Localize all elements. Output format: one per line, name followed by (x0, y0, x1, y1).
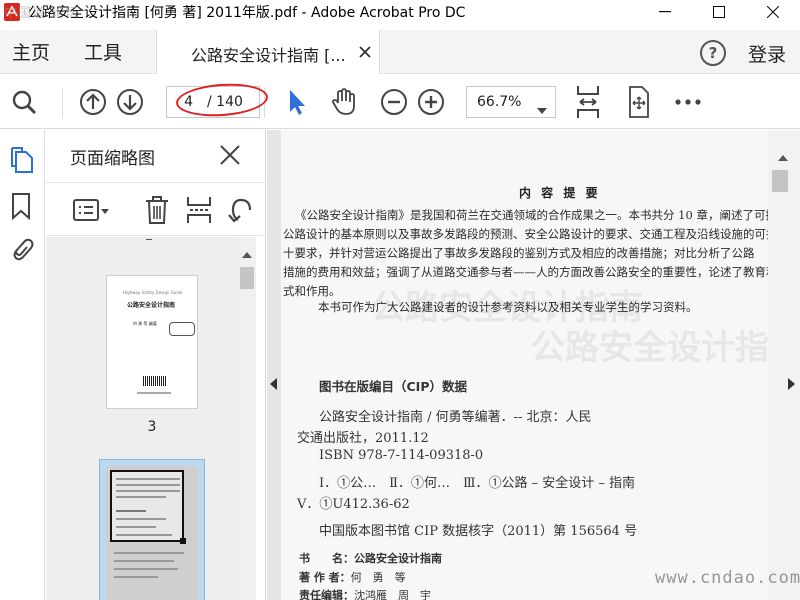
cip-line: Ⅰ．①公… Ⅱ．①何… Ⅲ．①公路 – 安全设计 – 指南 (319, 476, 636, 491)
document-page: 公路安全设计指南 公路安全设计指南 内 容 提 要 《公路安全设计指南》是我国和… (281, 130, 777, 600)
bookmarks-icon[interactable] (10, 192, 36, 221)
thumbnail-text (137, 392, 171, 394)
thumbnail-options-icon[interactable] (72, 197, 110, 227)
scroll-up-icon[interactable] (242, 243, 252, 262)
cip-line: Ⅴ．①U412.36-62 (297, 497, 410, 512)
book-info-author: 著 作 者：何 勇 等 (299, 571, 406, 584)
insert-page-icon[interactable] (186, 195, 212, 229)
login-button[interactable]: 登录 (748, 40, 786, 67)
zoom-value: 66.7% (477, 94, 522, 110)
previous-page-marker (146, 239, 152, 240)
visible-region-frame[interactable] (110, 470, 186, 544)
zoom-in-icon[interactable] (417, 88, 445, 116)
book-info-title: 书 名：公路安全设计指南 (299, 552, 442, 565)
chevron-down-icon (537, 99, 547, 118)
page-navigation: / 140 (166, 86, 260, 118)
book-info-editor: 责任编辑：沈鸿雁 周 宇 (299, 589, 431, 600)
page-number-label: 3 (147, 419, 157, 435)
acrobat-logo-icon (0, 0, 24, 24)
full-screen-icon[interactable] (624, 85, 652, 119)
close-tab-icon[interactable] (359, 43, 371, 62)
zoom-select[interactable]: 66.7% (466, 86, 556, 118)
paragraph-line: 公路设计的基本原则以及事故多发路段的预测、安全公路设计的要求、交通工程及沿线设施… (283, 227, 777, 241)
panel-title: 页面缩略图 (70, 149, 155, 169)
menu-bar: 主页 工具 公路安全设计指南 [... ? 登录 (0, 30, 800, 74)
tab-document-label: 公路安全设计指南 [... (191, 46, 346, 65)
thumbnail-barcode (143, 376, 167, 386)
thumbnail-text: 公路安全设计指南 (127, 302, 176, 309)
cip-line: 中国版本图书馆 CIP 数据核字（2011）第 156564 号 (319, 524, 638, 539)
paragraph-line: 《公路安全设计指南》是我国和荷兰在交通领域的合作成果之一。本书共分 10 章，阐… (295, 208, 777, 222)
document-view: 公路安全设计指南 公路安全设计指南 内 容 提 要 《公路安全设计指南》是我国和… (267, 130, 800, 600)
document-scrollbar[interactable] (768, 130, 800, 600)
page-thumbnails-icon[interactable] (10, 146, 36, 174)
help-button[interactable]: ? (700, 40, 726, 66)
thumbnails-panel: 页面缩略图 Highway Safety Design Guide 公路安全设计… (46, 130, 266, 600)
scrollbar-thumb[interactable] (240, 267, 254, 289)
search-icon[interactable] (10, 88, 38, 116)
thumbnail-text: 何 勇 等 编著 (133, 321, 157, 326)
more-options-icon[interactable] (674, 88, 702, 116)
rotate-page-icon[interactable] (228, 195, 256, 229)
close-window-button[interactable] (746, 0, 800, 24)
next-page-icon[interactable] (116, 88, 144, 116)
show-through-text: 公路安全设计指南 (531, 328, 777, 368)
collapse-left-panel-icon[interactable] (270, 375, 277, 394)
navigation-rail (0, 130, 45, 600)
site-watermark: www.cndao.com (655, 568, 800, 588)
thumbnail-list: Highway Safety Design Guide 公路安全设计指南 何 勇… (46, 237, 238, 600)
select-pointer-icon[interactable] (282, 88, 310, 116)
thumbnail-annotation-box (169, 322, 195, 336)
page-thumbnail-selected[interactable] (99, 459, 205, 600)
menu-tools[interactable]: 工具 (84, 38, 122, 65)
attachments-icon[interactable] (10, 234, 36, 262)
paragraph-line: 措施的费用和效益；强调了从道路交通参与者——人的方面改善公路安全的重要性，论述了… (283, 265, 777, 279)
page-total: / 140 (207, 94, 243, 110)
paragraph-line: 十要求，并针对营运公路提出了事故多发路段的鉴别方式及相应的改善措施；对比分析了公… (283, 246, 755, 260)
menu-home[interactable]: 主页 (12, 38, 50, 65)
previous-page-icon[interactable] (79, 88, 107, 116)
scroll-up-icon[interactable] (778, 146, 788, 165)
window-title: 公路安全设计指南 [何勇 著] 2011年版.pdf - Adobe Acrob… (28, 5, 466, 21)
cip-heading: 图书在版编目（CIP）数据 (319, 379, 467, 394)
minimize-button[interactable] (638, 0, 692, 24)
tab-document[interactable]: 公路安全设计指南 [... (156, 30, 380, 74)
toolbar-divider (62, 88, 63, 118)
toolbar (0, 75, 800, 129)
cip-line: ISBN 978-7-114-09318-0 (319, 448, 484, 463)
expand-right-panel-icon[interactable] (788, 375, 795, 394)
zoom-out-icon[interactable] (380, 88, 408, 116)
page-heading: 内 容 提 要 (519, 186, 601, 200)
close-panel-icon[interactable] (220, 145, 240, 169)
page-thumbnail[interactable]: Highway Safety Design Guide 公路安全设计指南 何 勇… (106, 275, 198, 409)
thumbnail-scrollbar[interactable] (238, 237, 256, 600)
page-number-input[interactable] (167, 87, 197, 117)
title-bar: 公路安全设计指南 [何勇 著] 2011年版.pdf - Adobe Acrob… (0, 0, 800, 24)
delete-page-icon[interactable] (144, 195, 170, 229)
maximize-button[interactable] (692, 0, 746, 24)
hand-tool-icon[interactable] (330, 88, 358, 116)
thumbnail-toolbar (46, 182, 266, 236)
paragraph-line: 本书可作为广大公路建设者的设计参考资料以及相关专业学生的学习资料。 (295, 300, 698, 314)
scrollbar-thumb[interactable] (772, 170, 788, 192)
cip-line: 公路安全设计指南 / 何勇等编著．-- 北京：人民 (319, 410, 592, 425)
fit-page-icon[interactable] (574, 84, 602, 120)
toolbar-divider (264, 88, 265, 118)
cip-line: 交通出版社，2011.12 (297, 431, 429, 446)
thumbnail-text: Highway Safety Design Guide (123, 290, 183, 295)
